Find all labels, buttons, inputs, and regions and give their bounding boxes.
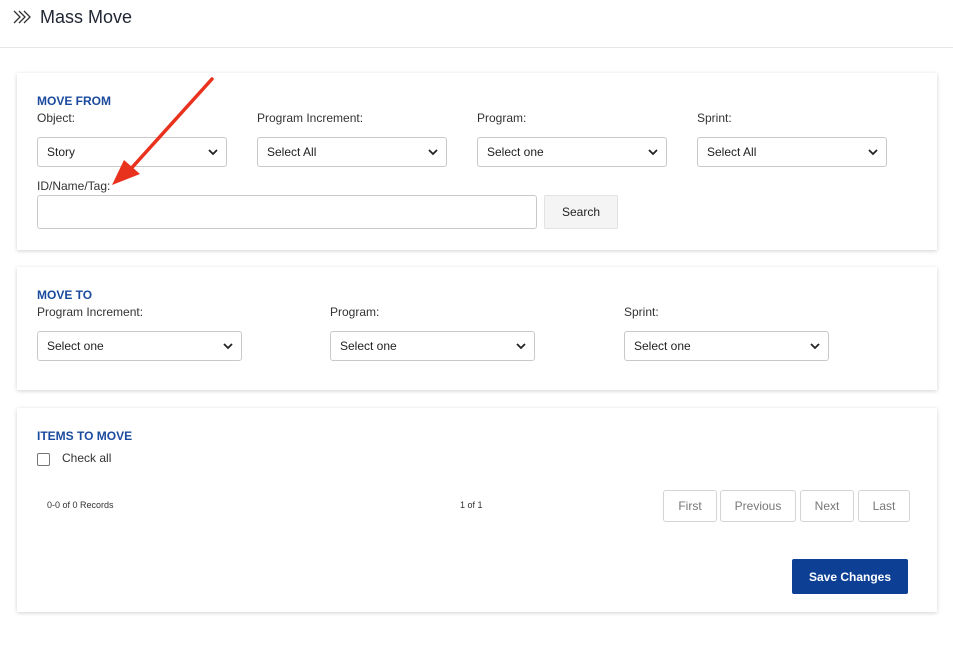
page-header: Mass Move bbox=[0, 0, 953, 48]
chevron-down-icon bbox=[223, 343, 233, 350]
move-to-sprint-value: Select one bbox=[634, 339, 691, 353]
chevron-down-icon bbox=[428, 149, 438, 156]
id-name-tag-input[interactable] bbox=[37, 195, 537, 229]
sprint-select[interactable]: Select All bbox=[697, 137, 887, 167]
object-select-value: Story bbox=[47, 145, 76, 159]
check-all-checkbox[interactable] bbox=[37, 453, 50, 466]
move-to-program-increment-value: Select one bbox=[47, 339, 104, 353]
program-increment-select-value: Select All bbox=[267, 145, 317, 159]
move-from-title: MOVE FROM bbox=[37, 94, 111, 108]
move-to-card: MOVE TO Program Increment: Select one Pr… bbox=[17, 267, 937, 390]
move-to-program-increment-label: Program Increment: bbox=[37, 305, 144, 319]
chevron-down-icon bbox=[868, 149, 878, 156]
items-to-move-card: ITEMS TO MOVE Check all 0-0 of 0 Records… bbox=[17, 408, 937, 612]
move-to-sprint-label: Sprint: bbox=[624, 305, 659, 319]
object-label: Object: bbox=[37, 111, 76, 125]
move-to-program-label: Program: bbox=[330, 305, 380, 319]
program-label: Program: bbox=[477, 111, 527, 125]
check-all-label[interactable]: Check all bbox=[62, 451, 111, 465]
items-to-move-title: ITEMS TO MOVE bbox=[37, 429, 133, 443]
move-to-program-select[interactable]: Select one bbox=[330, 331, 535, 361]
sprint-select-value: Select All bbox=[707, 145, 757, 159]
records-count: 0-0 of 0 Records bbox=[47, 500, 114, 510]
save-changes-button[interactable]: Save Changes bbox=[792, 559, 908, 594]
chevron-down-icon bbox=[810, 343, 820, 350]
chevron-down-icon bbox=[208, 149, 218, 156]
next-page-button[interactable]: Next bbox=[800, 490, 854, 522]
move-to-title: MOVE TO bbox=[37, 288, 93, 302]
id-name-tag-label: ID/Name/Tag: bbox=[37, 179, 111, 193]
sprint-label: Sprint: bbox=[697, 111, 732, 125]
last-page-button[interactable]: Last bbox=[858, 490, 910, 522]
chevron-down-icon bbox=[648, 149, 658, 156]
object-select[interactable]: Story bbox=[37, 137, 227, 167]
move-from-card: MOVE FROM Object: Story Program Incremen… bbox=[17, 73, 937, 250]
search-button[interactable]: Search bbox=[544, 195, 618, 229]
move-to-program-increment-select[interactable]: Select one bbox=[37, 331, 242, 361]
move-to-program-value: Select one bbox=[340, 339, 397, 353]
page-indicator: 1 of 1 bbox=[460, 500, 483, 510]
page-title: Mass Move bbox=[40, 7, 133, 27]
move-to-sprint-select[interactable]: Select one bbox=[624, 331, 829, 361]
first-page-button[interactable]: First bbox=[663, 490, 717, 522]
double-chevron-right-icon bbox=[13, 10, 31, 24]
program-increment-select[interactable]: Select All bbox=[257, 137, 447, 167]
previous-page-button[interactable]: Previous bbox=[720, 490, 796, 522]
chevron-down-icon bbox=[516, 343, 526, 350]
program-increment-label: Program Increment: bbox=[257, 111, 364, 125]
program-select[interactable]: Select one bbox=[477, 137, 667, 167]
program-select-value: Select one bbox=[487, 145, 544, 159]
